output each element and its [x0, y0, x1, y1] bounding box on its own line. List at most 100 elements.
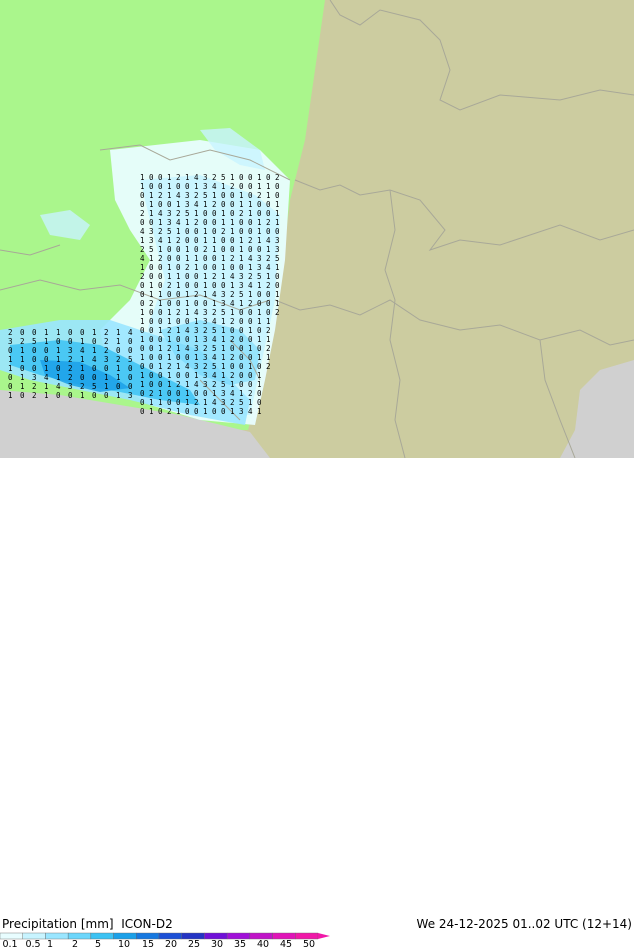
value-marker: 1 [167, 173, 172, 182]
value-marker: 2 [167, 326, 172, 335]
value-marker: 5 [32, 337, 37, 346]
value-marker: 0 [275, 281, 280, 290]
value-marker: 0 [140, 344, 145, 353]
value-marker: 4 [212, 335, 217, 344]
value-marker: 0 [104, 391, 109, 400]
value-marker: 1 [116, 364, 121, 373]
value-marker: 0 [140, 281, 145, 290]
value-marker: 0 [158, 353, 163, 362]
value-marker: 0 [128, 337, 133, 346]
value-marker: 2 [116, 355, 121, 364]
value-marker: 1 [80, 355, 85, 364]
value-marker: 5 [203, 191, 208, 200]
title-text: Precipitation [mm] [2, 917, 114, 931]
value-marker: 1 [275, 209, 280, 218]
value-marker: 1 [230, 407, 235, 416]
value-marker: 3 [68, 382, 73, 391]
value-marker: 2 [167, 362, 172, 371]
value-marker: 2 [266, 254, 271, 263]
value-marker: 4 [212, 353, 217, 362]
value-marker: 0 [194, 272, 199, 281]
value-marker: 1 [203, 407, 208, 416]
value-marker: 1 [158, 398, 163, 407]
value-marker: 1 [149, 290, 154, 299]
value-marker: 0 [158, 335, 163, 344]
model-name: ICON-D2 [113, 917, 173, 931]
value-marker: 0 [239, 380, 244, 389]
value-marker: 4 [185, 362, 190, 371]
value-marker: 4 [212, 317, 217, 326]
value-marker: 2 [8, 328, 13, 337]
value-marker: 0 [248, 218, 253, 227]
value-marker: 1 [248, 263, 253, 272]
precipitation-map: 1001214325100102100100134120011001214325… [0, 0, 634, 458]
value-marker: 0 [203, 389, 208, 398]
value-marker: 0 [203, 209, 208, 218]
value-marker: 1 [185, 245, 190, 254]
value-marker: 0 [116, 382, 121, 391]
value-marker: 1 [203, 398, 208, 407]
value-marker: 0 [167, 254, 172, 263]
value-marker: 0 [149, 263, 154, 272]
value-marker: 1 [203, 200, 208, 209]
value-marker: 0 [158, 263, 163, 272]
value-marker: 2 [221, 227, 226, 236]
value-marker: 1 [239, 236, 244, 245]
value-marker: 1 [266, 335, 271, 344]
value-marker: 0 [176, 290, 181, 299]
value-marker: 3 [8, 337, 13, 346]
value-marker: 0 [257, 209, 262, 218]
value-marker: 2 [20, 337, 25, 346]
value-marker: 1 [20, 382, 25, 391]
value-marker: 0 [257, 299, 262, 308]
value-marker: 1 [230, 308, 235, 317]
value-marker: 0 [158, 308, 163, 317]
value-marker: 0 [176, 317, 181, 326]
value-marker: 0 [140, 299, 145, 308]
value-marker: 5 [221, 380, 226, 389]
value-marker: 0 [149, 371, 154, 380]
value-marker: 4 [176, 191, 181, 200]
value-marker: 1 [185, 254, 190, 263]
value-marker: 0 [194, 245, 199, 254]
value-marker: 4 [212, 371, 217, 380]
value-marker: 1 [248, 344, 253, 353]
value-marker: 2 [257, 191, 262, 200]
value-marker: 0 [275, 191, 280, 200]
value-marker: 0 [158, 371, 163, 380]
value-marker: 1 [239, 200, 244, 209]
scale-label: 2 [72, 939, 78, 948]
value-marker: 0 [32, 328, 37, 337]
value-marker: 1 [221, 362, 226, 371]
scale-label: 30 [211, 939, 223, 948]
value-marker: 1 [221, 326, 226, 335]
value-marker: 4 [194, 380, 199, 389]
value-marker: 0 [176, 389, 181, 398]
value-marker: 0 [20, 391, 25, 400]
value-marker: 5 [239, 398, 244, 407]
value-marker: 0 [185, 281, 190, 290]
value-marker: 1 [248, 398, 253, 407]
value-marker: 3 [167, 209, 172, 218]
value-marker: 1 [257, 173, 262, 182]
value-marker: 4 [248, 281, 253, 290]
value-marker: 1 [257, 353, 262, 362]
value-marker: 4 [230, 299, 235, 308]
value-marker: 0 [167, 200, 172, 209]
value-marker: 0 [248, 335, 253, 344]
value-marker: 0 [149, 380, 154, 389]
value-marker: 1 [212, 389, 217, 398]
value-marker: 2 [239, 209, 244, 218]
value-marker: 0 [257, 245, 262, 254]
value-marker: 1 [44, 337, 49, 346]
value-marker: 1 [56, 328, 61, 337]
value-marker: 1 [176, 407, 181, 416]
value-marker: 3 [221, 290, 226, 299]
scale-label: 50 [303, 939, 315, 948]
value-marker: 1 [239, 191, 244, 200]
value-marker: 3 [203, 380, 208, 389]
value-marker: 0 [275, 227, 280, 236]
precipitation-color-scale: 0.1 0.5 1 2 5 10 15 20 25 30 35 40 45 50 [0, 932, 330, 948]
value-marker: 1 [248, 209, 253, 218]
value-marker: 0 [266, 173, 271, 182]
